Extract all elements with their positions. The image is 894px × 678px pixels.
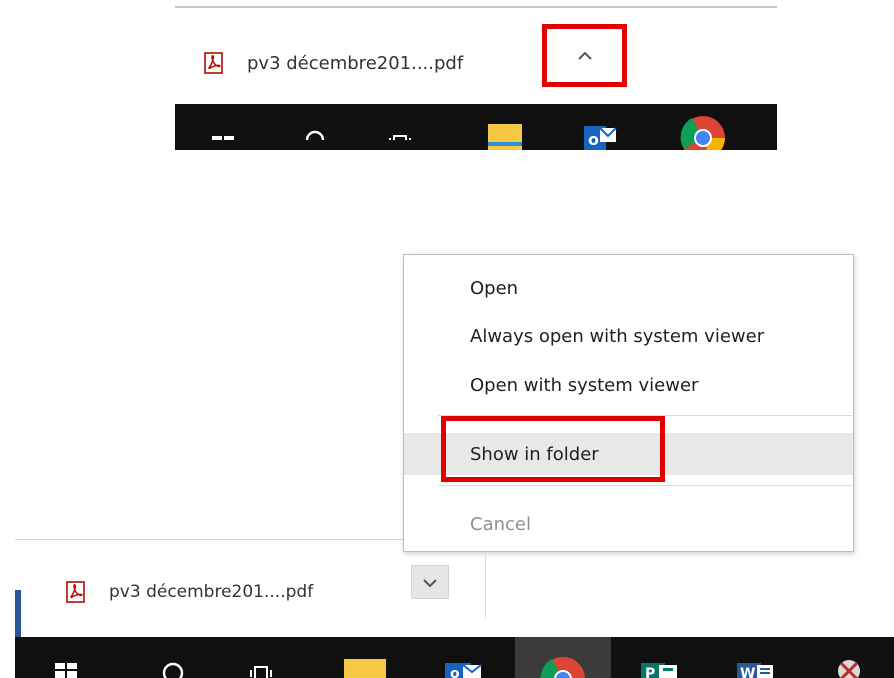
menu-separator (438, 485, 852, 486)
download-context-menu: Open Always open with system viewer Open… (403, 254, 854, 552)
search-icon[interactable] (297, 104, 333, 150)
shelf-divider (485, 555, 486, 619)
file-explorer-icon[interactable] (343, 637, 387, 678)
chevron-down-icon (422, 573, 438, 592)
snipping-tool-icon[interactable] (827, 637, 871, 678)
red-highlight-box (441, 416, 665, 482)
chrome-icon[interactable] (539, 637, 587, 678)
publisher-icon[interactable]: P (637, 637, 681, 678)
download-file-name: pv3 décembre201....pdf (247, 52, 464, 74)
download-file-name: pv3 décembre201....pdf (109, 582, 314, 602)
shelf-top-border (15, 539, 405, 540)
bottom-screenshot-crop: pv3 décembre201....pdf Open Always open … (15, 177, 894, 678)
menu-item-open[interactable]: Open (404, 269, 853, 307)
svg-text:o: o (588, 130, 599, 149)
task-view-icon[interactable] (382, 104, 418, 150)
download-menu-toggle-button[interactable] (542, 24, 627, 87)
download-menu-toggle-button[interactable] (411, 565, 449, 599)
download-item[interactable]: pv3 décembre201....pdf (65, 572, 313, 612)
menu-item-always-open-with-system-viewer[interactable]: Always open with system viewer (404, 317, 853, 355)
windows-start-icon[interactable] (205, 104, 241, 150)
download-item[interactable]: pv3 décembre201....pdf (203, 38, 463, 88)
task-view-icon[interactable] (243, 637, 279, 678)
pdf-file-icon (203, 52, 225, 74)
pdf-file-icon (65, 581, 87, 603)
chevron-up-icon (577, 46, 593, 65)
menu-item-open-with-system-viewer[interactable]: Open with system viewer (404, 366, 853, 404)
chrome-icon[interactable] (680, 104, 726, 150)
top-screenshot-crop: pv3 décembre201....pdf o (175, 0, 777, 150)
svg-text:o: o (450, 666, 460, 678)
menu-item-cancel[interactable]: Cancel (404, 505, 853, 543)
windows-start-icon[interactable] (48, 637, 84, 678)
svg-text:P: P (645, 666, 655, 678)
windows-taskbar: o (175, 104, 777, 150)
word-icon[interactable]: W (733, 637, 777, 678)
window-edge-accent (15, 590, 21, 640)
svg-text:W: W (740, 666, 755, 678)
windows-taskbar: o P W (15, 637, 894, 678)
outlook-icon[interactable]: o (580, 104, 620, 150)
outlook-icon[interactable]: o (441, 637, 485, 678)
shelf-top-border (175, 6, 777, 8)
file-explorer-icon[interactable] (485, 104, 525, 150)
search-icon[interactable] (155, 637, 191, 678)
